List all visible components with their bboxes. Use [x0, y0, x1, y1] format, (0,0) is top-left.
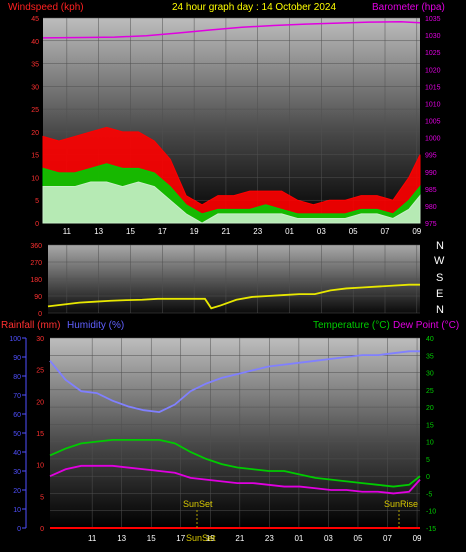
barometer-ytick-label: 990 — [425, 170, 437, 177]
rain-ytick-label: 25 — [36, 368, 44, 375]
barometer-ytick-label: 985 — [425, 187, 437, 194]
temp-ytick-label: 35 — [426, 353, 434, 360]
direction-letter-n1: N — [436, 240, 444, 252]
weather-graph: 0 5 10 15 20 25 30 35 40 45 975 980 985 990 995 1000 100… — [0, 0, 466, 552]
direction-letter-n2: N — [436, 304, 444, 316]
temp-ytick-label: 10 — [426, 440, 434, 447]
humidity-ytick-label: 60 — [13, 412, 21, 419]
humidity-ytick-label: 100 — [9, 336, 21, 343]
wind-xtick-label: 03 — [317, 227, 326, 236]
temp-xtick-label: 03 — [324, 534, 333, 543]
sunrise-label: SunRise — [384, 499, 418, 509]
direction-ytick-label: 360 — [30, 243, 42, 250]
temp-ytick-label: -5 — [426, 491, 432, 498]
sunset-bottom-label: SunSet — [186, 533, 216, 543]
temp-ytick-label: -10 — [426, 509, 436, 516]
temp-xtick-label: 17 — [176, 534, 185, 543]
temp-ytick-label: 25 — [426, 388, 434, 395]
rain-ytick-label: 0 — [40, 526, 44, 533]
sunset-label: SunSet — [183, 499, 213, 509]
direction-ytick-label: 270 — [30, 260, 42, 267]
barometer-ytick-label: 1020 — [425, 67, 441, 74]
temp-ytick-label: -15 — [426, 526, 436, 533]
temp-xtick-label: 21 — [235, 534, 244, 543]
barometer-ytick-label: 995 — [425, 153, 437, 160]
temp-ytick-label: 40 — [426, 336, 434, 343]
humidity-axis-label: Humidity (%) — [67, 320, 124, 331]
wind-ytick-label: 5 — [35, 198, 39, 205]
humidity-ytick-label: 30 — [13, 469, 21, 476]
humidity-ytick-label: 0 — [17, 526, 21, 533]
rain-ytick-label: 20 — [36, 399, 44, 406]
temp-xtick-label: 15 — [147, 534, 156, 543]
barometer-ytick-label: 1010 — [425, 101, 441, 108]
wind-xtick-label: 01 — [285, 227, 294, 236]
graph-title: 24 hour graph day : 14 October 2024 — [172, 2, 336, 13]
temp-ytick-label: 0 — [426, 474, 430, 481]
temp-xtick-label: 11 — [88, 534, 97, 543]
temp-ytick-label: 20 — [426, 405, 434, 412]
wind-ytick-label: 35 — [31, 62, 39, 69]
barometer-ytick-label: 1025 — [425, 50, 441, 57]
temp-xtick-label: 13 — [117, 534, 126, 543]
wind-xtick-label: 15 — [126, 227, 135, 236]
dewpoint-axis-label: Dew Point (°C) — [393, 320, 459, 331]
wind-xtick-label: 05 — [349, 227, 358, 236]
humidity-ytick-label: 40 — [13, 450, 21, 457]
humidity-ytick-label: 70 — [13, 393, 21, 400]
rain-ytick-label: 5 — [40, 494, 44, 501]
direction-letter-w: W — [434, 255, 445, 267]
wind-xtick-label: 17 — [158, 227, 167, 236]
direction-ytick-label: 180 — [30, 277, 42, 284]
barometer-ytick-label: 1035 — [425, 16, 441, 23]
wind-xtick-label: 07 — [381, 227, 390, 236]
wind-xtick-label: 13 — [94, 227, 103, 236]
temp-xtick-label: 05 — [354, 534, 363, 543]
rain-ytick-label: 30 — [36, 336, 44, 343]
barometer-ytick-label: 1000 — [425, 136, 441, 143]
humidity-ytick-label: 20 — [13, 488, 21, 495]
direction-letter-s: S — [436, 272, 443, 284]
temp-xtick-label: 01 — [294, 534, 303, 543]
wind-ytick-label: 30 — [31, 84, 39, 91]
temp-xtick-label: 09 — [413, 534, 422, 543]
rain-ytick-label: 10 — [36, 463, 44, 470]
humidity-ytick-label: 80 — [13, 374, 21, 381]
wind-ytick-label: 40 — [31, 39, 39, 46]
rainfall-axis-label: Rainfall (mm) — [1, 320, 60, 331]
barometer-ytick-label: 1005 — [425, 119, 441, 126]
humidity-ytick-label: 90 — [13, 355, 21, 362]
wind-ytick-label: 45 — [31, 16, 39, 23]
temp-xtick-label: 07 — [383, 534, 392, 543]
temp-xtick-label: 23 — [265, 534, 274, 543]
barometer-ytick-label: 980 — [425, 204, 437, 211]
temperature-axis-label: Temperature (°C) — [313, 320, 390, 331]
wind-xtick-label: 11 — [63, 227, 72, 236]
wind-ytick-label: 25 — [31, 107, 39, 114]
barometer-axis-label: Barometer (hpa) — [372, 2, 445, 13]
wind-xtick-label: 23 — [253, 227, 262, 236]
wind-ytick-label: 20 — [31, 130, 39, 137]
weather-chart-svg: 0510152025303540459759809859909951000100… — [1, 2, 459, 543]
wind-ytick-label: 15 — [31, 153, 39, 160]
humidity-ytick-label: 10 — [13, 507, 21, 514]
wind-ytick-label: 10 — [31, 175, 39, 182]
temp-ytick-label: 30 — [426, 371, 434, 378]
temp-plot-background — [50, 338, 420, 528]
barometer-ytick-label: 975 — [425, 221, 437, 228]
direction-ytick-label: 90 — [34, 294, 42, 301]
wind-xtick-label: 09 — [412, 227, 421, 236]
direction-letter-e: E — [436, 288, 443, 300]
barometer-ytick-label: 1030 — [425, 33, 441, 40]
rain-ytick-label: 15 — [36, 431, 44, 438]
wind-xtick-label: 21 — [221, 227, 230, 236]
barometer-ytick-label: 1015 — [425, 84, 441, 91]
windspeed-axis-label: Windspeed (kph) — [8, 2, 84, 13]
wind-ytick-label: 0 — [35, 221, 39, 228]
direction-ytick-label: 0 — [38, 311, 42, 318]
temp-ytick-label: 5 — [426, 457, 430, 464]
wind-xtick-label: 19 — [190, 227, 199, 236]
humidity-ytick-label: 50 — [13, 431, 21, 438]
temp-ytick-label: 15 — [426, 422, 434, 429]
